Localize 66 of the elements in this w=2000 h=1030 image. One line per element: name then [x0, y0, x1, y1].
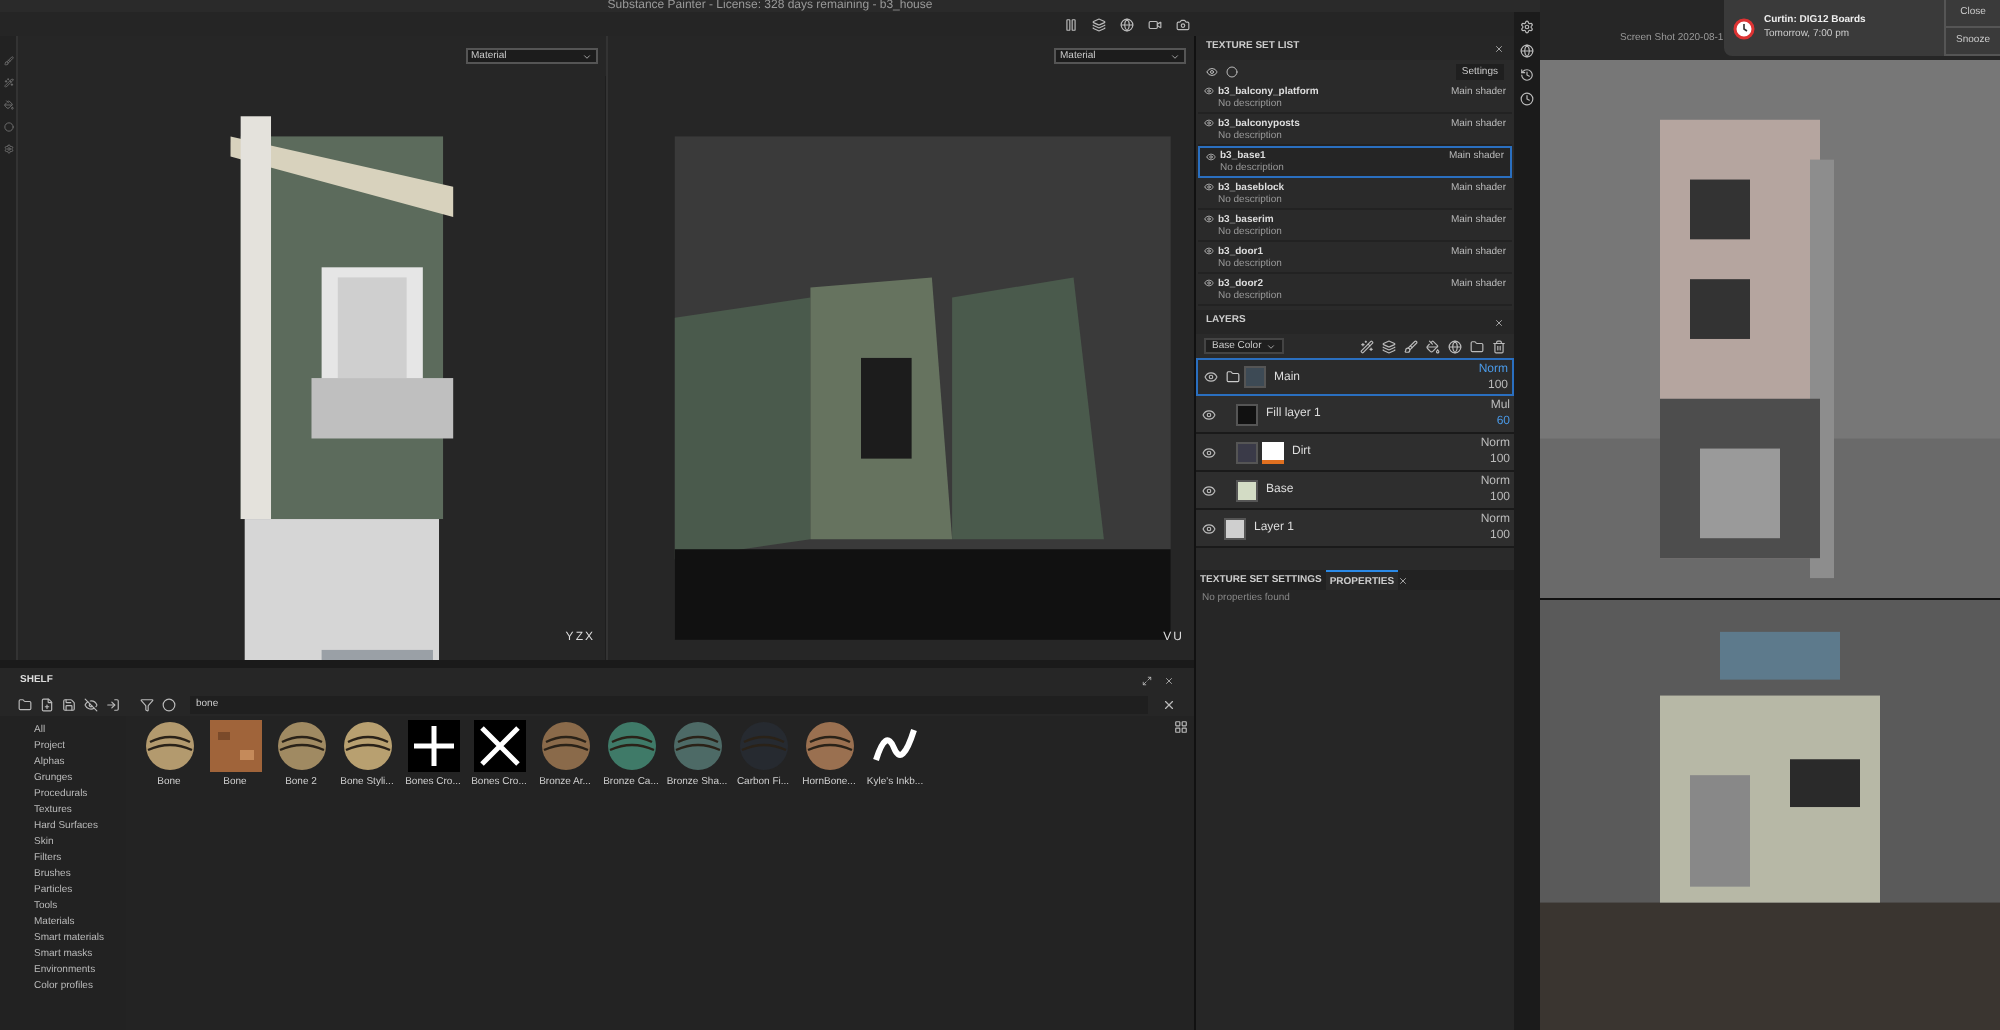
tool-icon[interactable] — [3, 144, 13, 154]
material-thumbnail[interactable] — [539, 720, 591, 772]
visibility-icon[interactable] — [1204, 182, 1214, 192]
close-icon[interactable] — [1162, 697, 1176, 711]
visibility-icon[interactable] — [1202, 483, 1216, 497]
material-thumbnail[interactable] — [737, 720, 789, 772]
tool-icon[interactable] — [3, 56, 13, 66]
alarm-clock-icon — [1732, 16, 1756, 40]
visibility-icon[interactable] — [1204, 370, 1218, 384]
visibility-icon[interactable] — [1202, 407, 1216, 421]
visibility-icon[interactable] — [1206, 151, 1216, 161]
layer-thumbnail — [1244, 366, 1266, 388]
layer-tool-icon[interactable] — [1492, 339, 1506, 353]
globe-icon[interactable] — [1120, 17, 1134, 31]
side-panel-icon[interactable] — [1520, 20, 1534, 34]
material-thumbnail[interactable] — [605, 720, 657, 772]
material-thumbnail[interactable] — [341, 720, 393, 772]
layer-tool-icon[interactable] — [1426, 339, 1440, 353]
visibility-icon[interactable] — [1204, 246, 1214, 256]
shelf-tool-icon[interactable] — [106, 697, 120, 711]
layer-thumbnail — [1236, 479, 1258, 501]
material-thumbnail[interactable] — [143, 720, 195, 772]
layer-tool-icon[interactable] — [1470, 339, 1484, 353]
material-thumbnail[interactable] — [671, 720, 723, 772]
visibility-icon[interactable] — [1204, 278, 1214, 288]
material-thumbnail[interactable] — [209, 720, 261, 772]
tool-icon[interactable] — [3, 78, 13, 88]
shelf-tool-icon[interactable] — [62, 697, 76, 711]
side-panel-icon[interactable] — [1520, 44, 1534, 58]
layer-tool-icon[interactable] — [1360, 339, 1374, 353]
eye-icon[interactable] — [1206, 65, 1218, 77]
visibility-icon[interactable] — [1202, 521, 1216, 535]
visibility-icon[interactable] — [1204, 118, 1214, 128]
shelf-tool-icon[interactable] — [18, 697, 32, 711]
circle-icon[interactable] — [1226, 65, 1238, 77]
layer-tool-icon[interactable] — [1382, 339, 1396, 353]
layer-tool-icon[interactable] — [1448, 339, 1462, 353]
pause-icon[interactable] — [1064, 17, 1078, 31]
chevron-icon — [581, 51, 591, 61]
layer-thumbnail — [1236, 441, 1258, 463]
material-thumbnail[interactable] — [803, 720, 855, 772]
maximize-icon[interactable] — [1142, 675, 1152, 685]
visibility-icon[interactable] — [1204, 214, 1214, 224]
layers-icon[interactable] — [1092, 17, 1106, 31]
side-panel-icon[interactable] — [1520, 68, 1534, 82]
folder-icon — [1226, 370, 1240, 384]
shelf-tool-icon[interactable] — [84, 697, 98, 711]
video-camera-icon[interactable] — [1148, 17, 1162, 31]
filter-icon[interactable] — [140, 697, 154, 711]
mask-thumbnail — [1262, 441, 1284, 463]
chevron-icon — [1265, 341, 1276, 351]
tool-icon[interactable] — [3, 100, 13, 110]
visibility-icon[interactable] — [1202, 445, 1216, 459]
visibility-icon[interactable] — [1204, 86, 1214, 96]
layer-thumbnail — [1236, 403, 1258, 425]
layer-tool-icon[interactable] — [1404, 339, 1418, 353]
material-thumbnail[interactable] — [407, 720, 459, 772]
circle-icon[interactable] — [162, 697, 176, 711]
material-thumbnail[interactable] — [473, 720, 525, 772]
chevron-icon — [1170, 51, 1180, 61]
side-panel-icon[interactable] — [1520, 92, 1534, 106]
grid-view-icon[interactable] — [1174, 720, 1188, 734]
material-thumbnail[interactable] — [275, 720, 327, 772]
camera-icon[interactable] — [1176, 17, 1190, 31]
shelf-tool-icon[interactable] — [40, 697, 54, 711]
layer-thumbnail — [1224, 517, 1246, 539]
